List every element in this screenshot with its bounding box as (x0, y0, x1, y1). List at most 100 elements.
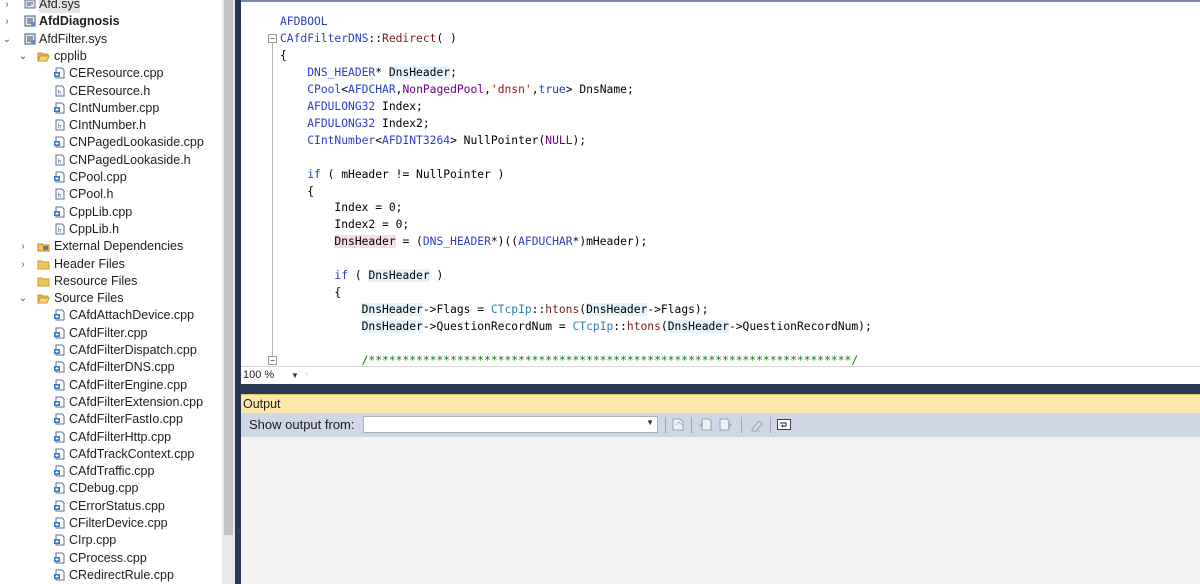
tree-item-label: CAfdTraffic.cpp (69, 464, 155, 479)
collapse-chevron-icon[interactable]: ⌄ (2, 31, 12, 48)
code-token: DnsHeader (368, 269, 430, 283)
tree-item[interactable]: › Afd.sys (0, 0, 222, 13)
code-line[interactable]: AFDULONG32 Index2; (280, 115, 429, 132)
code-line[interactable]: DnsHeader->QuestionRecordNum = CTcpIp::h… (280, 318, 872, 335)
word-wrap-icon[interactable] (776, 417, 792, 432)
tree-item-label: CFilterDevice.cpp (69, 516, 168, 530)
tree-item[interactable]: CAfdFilterHttp.cpp (0, 429, 222, 446)
find-message-icon[interactable] (670, 417, 686, 432)
tree-item-label: CProcess.cpp (69, 550, 147, 565)
tree-item[interactable]: CAfdTraffic.cpp (0, 463, 222, 480)
tree-item[interactable]: CAfdFilterDispatch.cpp (0, 342, 222, 359)
tree-item[interactable]: CIntNumber.cpp (0, 100, 222, 117)
tree-item[interactable]: h CppLib.h (0, 221, 222, 238)
tree-item-label: cpplib (54, 48, 87, 63)
tree-item[interactable]: CEResource.cpp (0, 65, 222, 82)
output-source-select[interactable]: ▼ (363, 416, 658, 433)
code-token: *)(( (490, 235, 519, 249)
output-text-area[interactable] (241, 437, 1200, 584)
tree-item[interactable]: CAfdFilter.cpp (0, 325, 222, 342)
tree-item[interactable]: CProcess.cpp (0, 550, 222, 567)
tree-item[interactable]: CAfdFilterEngine.cpp (0, 377, 222, 394)
tree-item[interactable]: › External Dependencies (0, 238, 222, 255)
clear-all-icon[interactable] (749, 417, 765, 432)
code-token: ( (348, 269, 369, 283)
tree-item[interactable]: CAfdFilterFastIo.cpp (0, 411, 222, 428)
tree-item[interactable]: h CIntNumber.h (0, 117, 222, 134)
tree-item[interactable]: h CPool.h (0, 186, 222, 203)
tree-item[interactable]: CRedirectRule.cpp (0, 567, 222, 584)
collapse-toggle-icon[interactable]: − (268, 33, 277, 43)
tree-item[interactable]: CAfdTrackContext.cpp (0, 446, 222, 463)
tree-item[interactable]: CPool.cpp (0, 169, 222, 186)
expand-chevron-icon[interactable]: › (2, 0, 12, 13)
tree-item[interactable]: ⌄ cpplib (0, 48, 222, 65)
code-line[interactable]: { (280, 183, 314, 200)
show-output-label: Show output from: (249, 417, 355, 432)
code-line[interactable]: DnsHeader->Flags = CTcpIp::htons(DnsHead… (280, 301, 709, 318)
tree-item-label: CIrp.cpp (69, 533, 117, 548)
tree-item[interactable]: CErrorStatus.cpp (0, 498, 222, 515)
tree-item-label: CAfdFilterHttp.cpp (69, 429, 172, 444)
zoom-dropdown[interactable]: 100 % ▼ (243, 368, 299, 383)
output-pane: Output Show output from: ▼ (241, 394, 1200, 584)
tree-item[interactable]: ⌄ Source Files (0, 290, 222, 307)
scroll-left-icon[interactable]: ‹ (305, 368, 308, 379)
tree-item[interactable]: CDebug.cpp (0, 480, 222, 497)
code-line[interactable]: { (280, 284, 341, 301)
tree-item[interactable]: CNPagedLookaside.cpp (0, 134, 222, 151)
code-line[interactable]: /***************************************… (280, 352, 859, 366)
collapse-chevron-icon[interactable]: ⌄ (18, 48, 28, 65)
code-line[interactable]: DNS_HEADER* DnsHeader; (280, 64, 457, 81)
code-line[interactable]: AFDULONG32 Index; (280, 98, 423, 115)
code-line[interactable]: Index = 0; (280, 199, 402, 216)
code-token: AFDUCHAR (518, 235, 573, 249)
code-line[interactable]: AFDBOOL (280, 13, 328, 30)
tree-item[interactable]: CAfdFilterExtension.cpp (0, 394, 222, 411)
expand-chevron-icon[interactable]: › (18, 256, 28, 273)
code-token: AFDULONG32 (307, 116, 376, 130)
code-token: , (484, 82, 491, 96)
tree-item[interactable]: h CEResource.h (0, 83, 222, 100)
explorer-scrollbar-thumb[interactable] (224, 0, 233, 535)
code-token: :: (368, 31, 383, 45)
next-message-icon[interactable] (718, 417, 734, 432)
pane-splitter[interactable] (241, 384, 1200, 394)
tree-item[interactable]: CAfdAttachDevice.cpp (0, 307, 222, 324)
code-token: CAfdFilterDNS (280, 31, 369, 45)
expand-chevron-icon[interactable]: › (18, 238, 28, 255)
tree-item[interactable]: h CNPagedLookaside.h (0, 152, 222, 169)
collapse-toggle-icon[interactable]: − (268, 356, 277, 365)
tree-item[interactable]: CAfdFilterDNS.cpp (0, 359, 222, 376)
svg-text:h: h (58, 193, 62, 200)
tree-item[interactable]: › Header Files (0, 256, 222, 273)
collapse-chevron-icon[interactable]: ⌄ (18, 290, 28, 307)
code-line[interactable]: if ( DnsHeader ) (280, 267, 443, 284)
code-token: CIntNumber (307, 133, 376, 147)
code-token: ; (450, 65, 457, 79)
code-line[interactable]: { (280, 47, 287, 64)
tree-item[interactable]: Resource Files (0, 273, 222, 290)
code-line[interactable]: if ( mHeader != NullPointer ) (280, 166, 504, 183)
code-line[interactable]: Index2 = 0; (280, 216, 409, 233)
previous-message-icon[interactable] (697, 417, 713, 432)
svg-text:h: h (58, 227, 62, 234)
tree-item[interactable]: CFilterDevice.cpp (0, 515, 222, 532)
code-token: Redirect (382, 31, 437, 45)
tree-item-label: CppLib.cpp (69, 204, 133, 219)
tree-item[interactable]: CIrp.cpp (0, 532, 222, 549)
tree-item-label: CAfdFilterDNS.cpp (69, 360, 175, 375)
code-token: AFDULONG32 (307, 99, 376, 113)
tree-item[interactable]: › AfdDiagnosis (0, 13, 222, 30)
tree-item[interactable]: ⌄ AfdFilter.sys (0, 31, 222, 48)
code-editor[interactable]: AFDBOOL CAfdFilterDNS::Redirect( ){ DNS_H… (241, 0, 1200, 366)
code-line[interactable]: CAfdFilterDNS::Redirect( ) (280, 30, 457, 47)
tree-item[interactable]: CppLib.cpp (0, 204, 222, 221)
code-line[interactable]: CPool<AFDCHAR,NonPagedPool,'dnsn',true> … (280, 81, 634, 98)
code-token: :: (531, 303, 546, 317)
expand-chevron-icon[interactable]: › (2, 13, 12, 30)
code-line[interactable]: CIntNumber<AFDINT3264> NullPointer(NULL)… (280, 132, 586, 149)
code-line[interactable]: DnsHeader = (DNS_HEADER*)((AFDUCHAR*)mHe… (280, 233, 647, 250)
